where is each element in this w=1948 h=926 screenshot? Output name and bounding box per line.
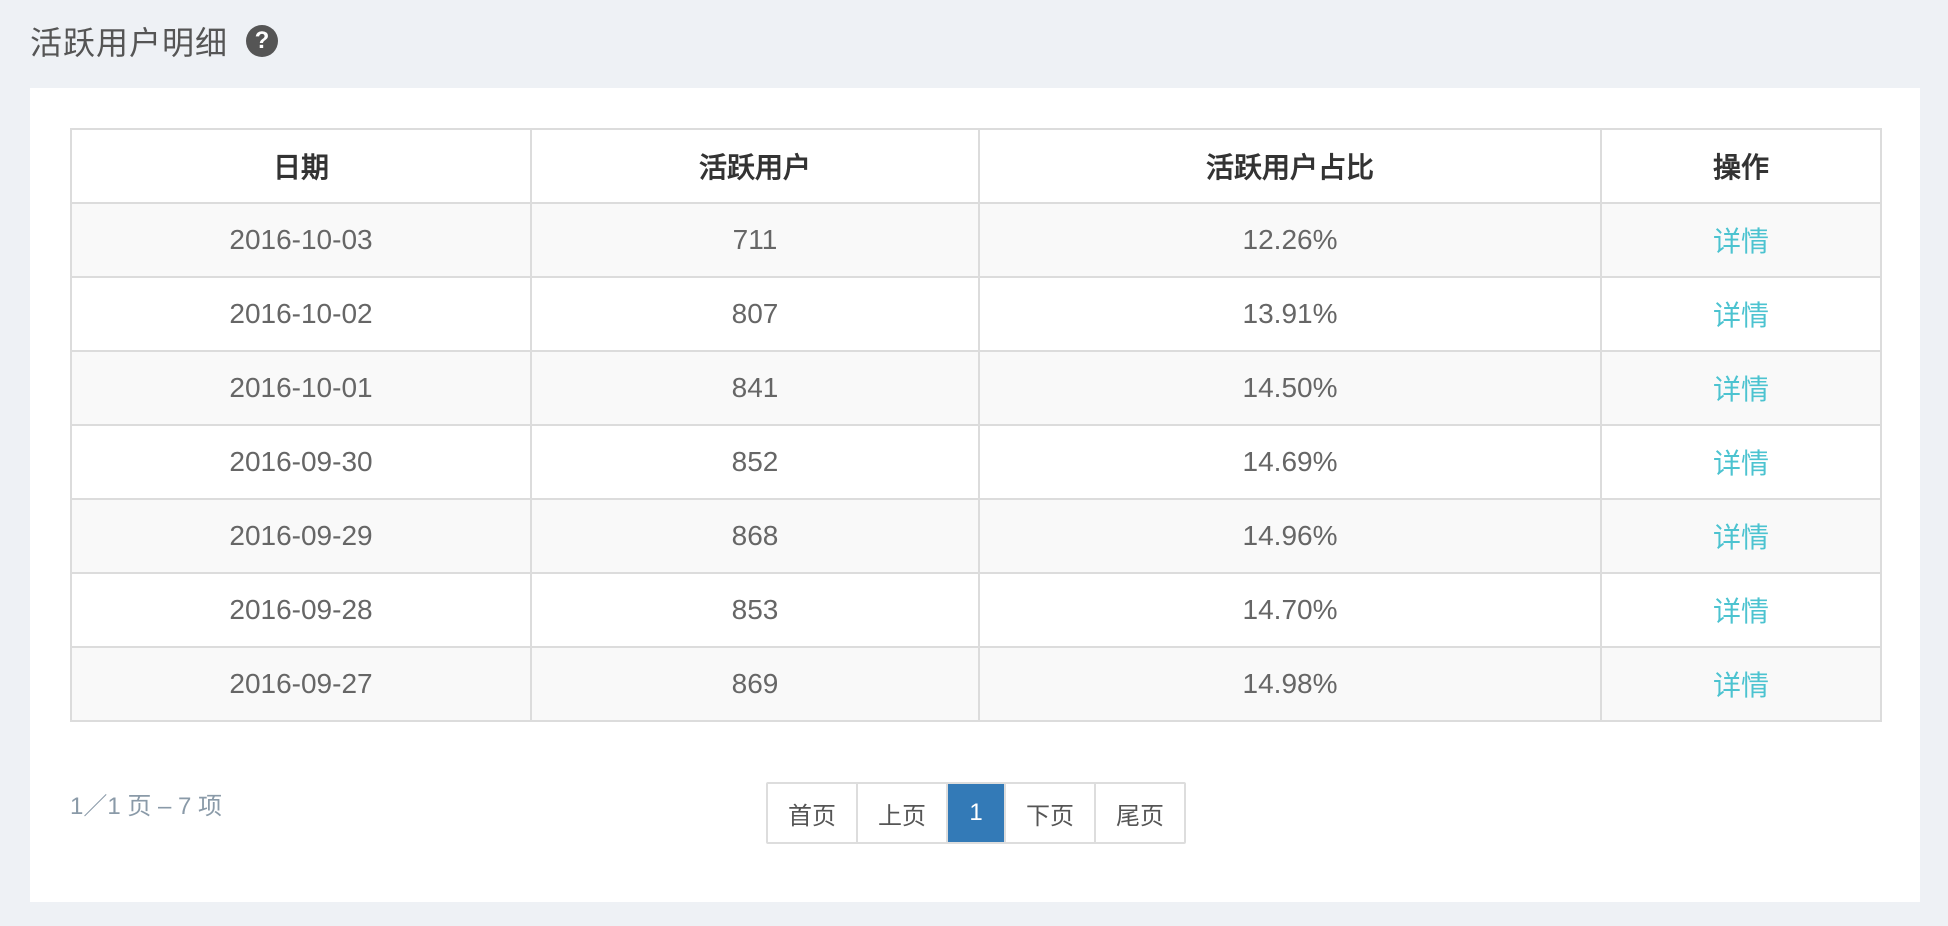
cell-action: 详情: [1600, 572, 1882, 648]
cell-date: 2016-09-28: [70, 572, 532, 648]
cell-ratio: 14.98%: [978, 646, 1602, 722]
cell-date: 2016-09-30: [70, 424, 532, 500]
cell-action: 详情: [1600, 424, 1882, 500]
cell-date: 2016-10-03: [70, 202, 532, 278]
last-page-button[interactable]: 尾页: [1094, 784, 1184, 842]
cell-action: 详情: [1600, 276, 1882, 352]
table-row: 2016-10-03 711 12.26% 详情: [70, 202, 1882, 278]
cell-action: 详情: [1600, 202, 1882, 278]
active-users-table: 日期 活跃用户 活跃用户占比 操作 2016-10-03 711 12.26% …: [70, 128, 1882, 722]
column-header-date: 日期: [70, 128, 532, 204]
cell-date: 2016-10-01: [70, 350, 532, 426]
table-row: 2016-10-01 841 14.50% 详情: [70, 350, 1882, 426]
detail-link[interactable]: 详情: [1713, 522, 1769, 553]
column-header-active-users: 活跃用户: [530, 128, 980, 204]
cell-active-users: 711: [530, 202, 980, 278]
cell-ratio: 14.69%: [978, 424, 1602, 500]
detail-link[interactable]: 详情: [1713, 448, 1769, 479]
cell-active-users: 841: [530, 350, 980, 426]
detail-link[interactable]: 详情: [1713, 300, 1769, 331]
cell-active-users: 869: [530, 646, 980, 722]
current-page-button[interactable]: 1: [946, 784, 1004, 842]
cell-date: 2016-09-27: [70, 646, 532, 722]
prev-page-button[interactable]: 上页: [856, 784, 946, 842]
pagination: 首页 上页 1 下页 尾页: [766, 782, 1186, 844]
cell-active-users: 853: [530, 572, 980, 648]
detail-link[interactable]: 详情: [1713, 596, 1769, 627]
page-header: 活跃用户明细 ?: [30, 16, 279, 66]
cell-action: 详情: [1600, 350, 1882, 426]
cell-ratio: 14.70%: [978, 572, 1602, 648]
cell-ratio: 14.50%: [978, 350, 1602, 426]
column-header-ratio: 活跃用户占比: [978, 128, 1602, 204]
detail-link[interactable]: 详情: [1713, 670, 1769, 701]
page-summary: 1／1 页 – 7 项: [70, 793, 223, 820]
table-row: 2016-09-27 869 14.98% 详情: [70, 646, 1882, 722]
first-page-button[interactable]: 首页: [768, 784, 856, 842]
cell-date: 2016-09-29: [70, 498, 532, 574]
cell-ratio: 14.96%: [978, 498, 1602, 574]
cell-date: 2016-10-02: [70, 276, 532, 352]
table-row: 2016-09-30 852 14.69% 详情: [70, 424, 1882, 500]
table-panel: 日期 活跃用户 活跃用户占比 操作 2016-10-03 711 12.26% …: [30, 88, 1920, 902]
table-row: 2016-09-28 853 14.70% 详情: [70, 572, 1882, 648]
question-circle-icon[interactable]: ?: [246, 25, 279, 57]
cell-active-users: 852: [530, 424, 980, 500]
column-header-action: 操作: [1600, 128, 1882, 204]
cell-action: 详情: [1600, 646, 1882, 722]
page-title: 活跃用户明细: [30, 25, 229, 61]
cell-ratio: 13.91%: [978, 276, 1602, 352]
next-page-button[interactable]: 下页: [1004, 784, 1094, 842]
detail-link[interactable]: 详情: [1713, 226, 1769, 257]
cell-action: 详情: [1600, 498, 1882, 574]
cell-active-users: 807: [530, 276, 980, 352]
detail-link[interactable]: 详情: [1713, 374, 1769, 405]
cell-active-users: 868: [530, 498, 980, 574]
table-row: 2016-09-29 868 14.96% 详情: [70, 498, 1882, 574]
table-header-row: 日期 活跃用户 活跃用户占比 操作: [70, 128, 1882, 204]
table-row: 2016-10-02 807 13.91% 详情: [70, 276, 1882, 352]
cell-ratio: 12.26%: [978, 202, 1602, 278]
